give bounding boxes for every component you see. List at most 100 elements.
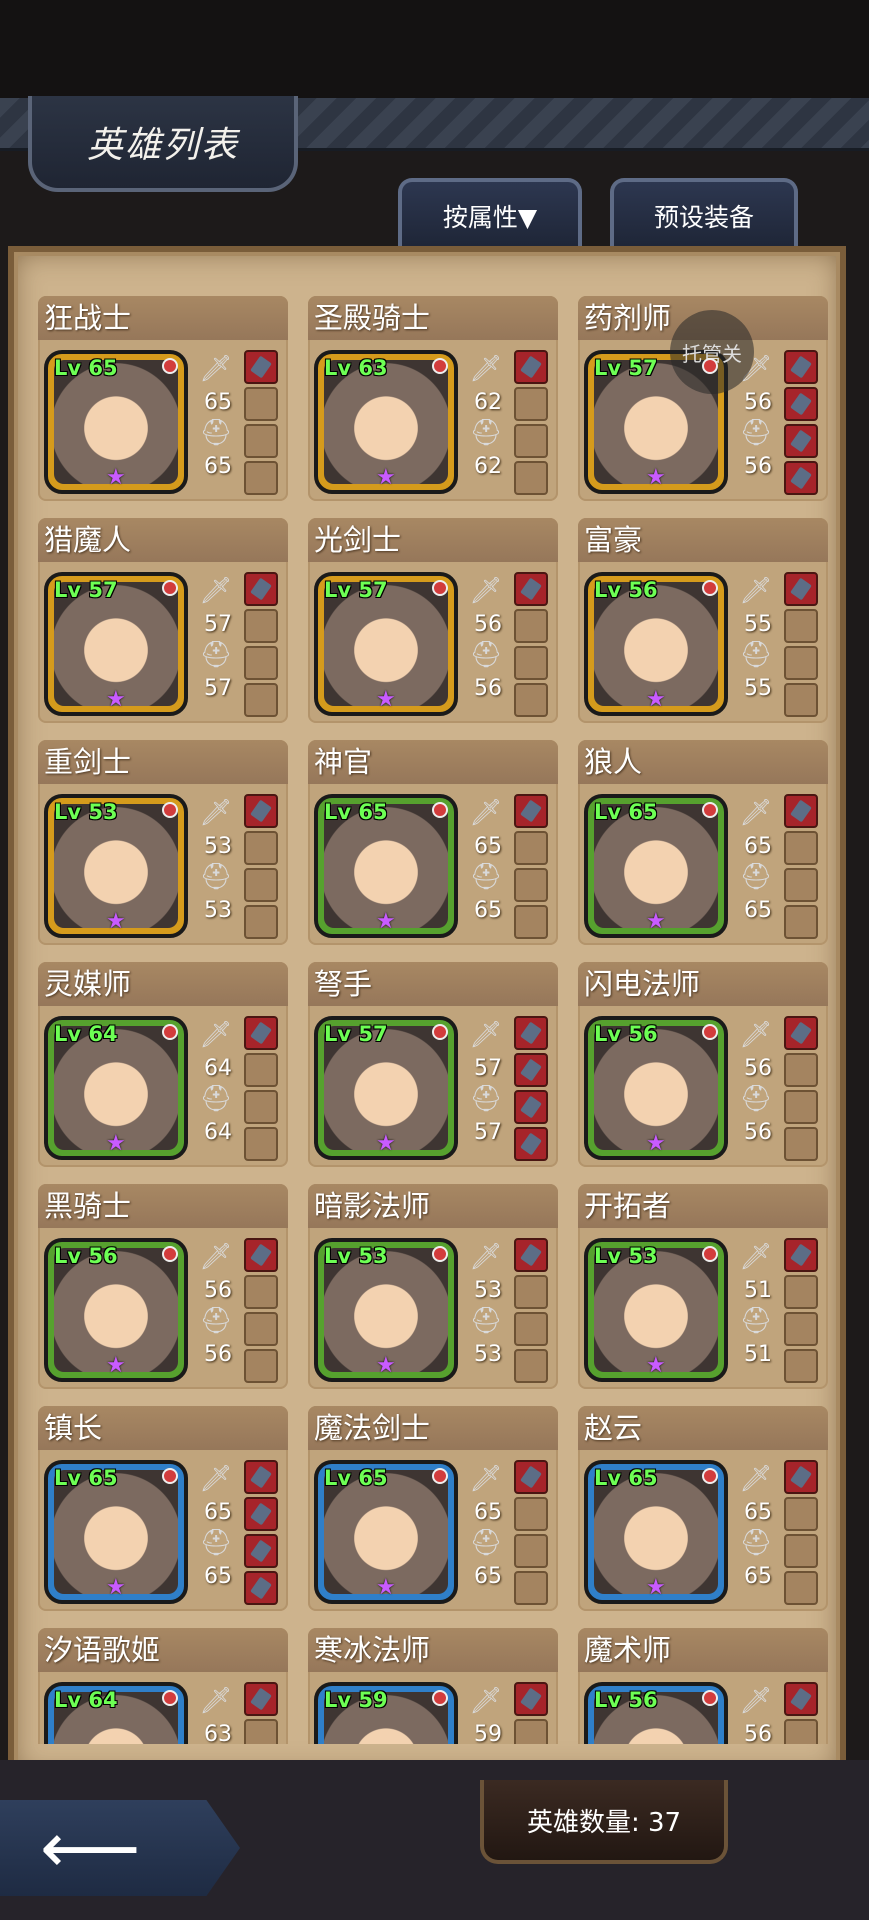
equipment-slot[interactable]	[514, 831, 548, 865]
equipment-slot[interactable]	[244, 609, 278, 643]
equipment-slot[interactable]	[514, 424, 548, 458]
equipment-slot[interactable]	[514, 905, 548, 939]
equipment-slot[interactable]	[784, 1312, 818, 1346]
equipment-slot[interactable]	[784, 1053, 818, 1087]
equipment-slot[interactable]	[244, 1719, 278, 1744]
equipment-slot[interactable]	[244, 905, 278, 939]
equipment-slot[interactable]	[514, 1571, 548, 1605]
equipment-slot[interactable]	[244, 1682, 278, 1716]
hero-card[interactable]: 镇长 Lv 65 ★ 🗡 65 ⛑ 65	[38, 1406, 288, 1611]
hero-card[interactable]: 重剑士 Lv 53 ★ 🗡 53 ⛑ 53	[38, 740, 288, 945]
equipment-slot[interactable]	[244, 1571, 278, 1605]
hero-portrait[interactable]: Lv 65 ★	[314, 794, 458, 938]
equipment-slot[interactable]	[784, 461, 818, 495]
equipment-slot[interactable]	[244, 831, 278, 865]
hero-card[interactable]: 开拓者 Lv 53 ★ 🗡 51 ⛑ 51	[578, 1184, 828, 1389]
equipment-slot[interactable]	[514, 1053, 548, 1087]
hero-portrait[interactable]: Lv 65 ★	[314, 1460, 458, 1604]
hero-card[interactable]: 光剑士 Lv 57 ★ 🗡 56 ⛑ 56	[308, 518, 558, 723]
equipment-slot[interactable]	[244, 424, 278, 458]
equipment-slot[interactable]	[244, 350, 278, 384]
hero-portrait[interactable]: Lv 56 ★	[584, 1682, 728, 1744]
hero-portrait[interactable]: Lv 57 ★	[44, 572, 188, 716]
equipment-slot[interactable]	[514, 572, 548, 606]
back-button[interactable]: ⟵	[0, 1800, 240, 1896]
equipment-slot[interactable]	[514, 1460, 548, 1494]
equipment-slot[interactable]	[514, 646, 548, 680]
hero-portrait[interactable]: Lv 57 ★	[314, 1016, 458, 1160]
equipment-slot[interactable]	[244, 1349, 278, 1383]
auto-toggle-button[interactable]: 托管关	[670, 310, 754, 394]
hero-portrait[interactable]: Lv 64 ★	[44, 1016, 188, 1160]
hero-card[interactable]: 灵媒师 Lv 64 ★ 🗡 64 ⛑ 64	[38, 962, 288, 1167]
equipment-slot[interactable]	[514, 1275, 548, 1309]
equipment-slot[interactable]	[514, 609, 548, 643]
hero-card[interactable]: 魔法剑士 Lv 65 ★ 🗡 65 ⛑ 65	[308, 1406, 558, 1611]
equipment-slot[interactable]	[244, 868, 278, 902]
equipment-slot[interactable]	[244, 646, 278, 680]
hero-portrait[interactable]: Lv 53 ★	[314, 1238, 458, 1382]
equipment-slot[interactable]	[784, 1349, 818, 1383]
equipment-slot[interactable]	[514, 1534, 548, 1568]
equipment-slot[interactable]	[244, 1312, 278, 1346]
equipment-slot[interactable]	[784, 1127, 818, 1161]
equipment-slot[interactable]	[244, 1127, 278, 1161]
equipment-slot[interactable]	[514, 1497, 548, 1531]
hero-grid[interactable]: 狂战士 Lv 65 ★ 🗡 65 ⛑ 65 圣殿骑士 Lv 63 ★ 🗡 62 …	[38, 296, 830, 1744]
equipment-slot[interactable]	[784, 1460, 818, 1494]
equipment-slot[interactable]	[514, 1238, 548, 1272]
equipment-slot[interactable]	[244, 572, 278, 606]
equipment-slot[interactable]	[514, 1016, 548, 1050]
equipment-slot[interactable]	[784, 1682, 818, 1716]
equipment-slot[interactable]	[244, 683, 278, 717]
equipment-slot[interactable]	[514, 1090, 548, 1124]
hero-portrait[interactable]: Lv 64 ★	[44, 1682, 188, 1744]
hero-portrait[interactable]: Lv 56 ★	[44, 1238, 188, 1382]
equipment-slot[interactable]	[514, 350, 548, 384]
sort-by-attribute-button[interactable]: 按属性▼	[398, 178, 582, 250]
equipment-slot[interactable]	[784, 1090, 818, 1124]
equipment-slot[interactable]	[514, 1127, 548, 1161]
hero-card[interactable]: 圣殿骑士 Lv 63 ★ 🗡 62 ⛑ 62	[308, 296, 558, 501]
equipment-slot[interactable]	[784, 1275, 818, 1309]
equipment-slot[interactable]	[784, 1534, 818, 1568]
equipment-slot[interactable]	[244, 1275, 278, 1309]
equipment-slot[interactable]	[784, 387, 818, 421]
hero-portrait[interactable]: Lv 56 ★	[584, 572, 728, 716]
equipment-slot[interactable]	[244, 1090, 278, 1124]
equipment-slot[interactable]	[244, 1460, 278, 1494]
hero-card[interactable]: 神官 Lv 65 ★ 🗡 65 ⛑ 65	[308, 740, 558, 945]
hero-portrait[interactable]: Lv 63 ★	[314, 350, 458, 494]
equipment-slot[interactable]	[784, 424, 818, 458]
hero-portrait[interactable]: Lv 53 ★	[44, 794, 188, 938]
hero-card[interactable]: 黑骑士 Lv 56 ★ 🗡 56 ⛑ 56	[38, 1184, 288, 1389]
equipment-slot[interactable]	[514, 461, 548, 495]
hero-portrait[interactable]: Lv 56 ★	[584, 1016, 728, 1160]
equipment-slot[interactable]	[784, 831, 818, 865]
hero-card[interactable]: 寒冰法师 Lv 59 ★ 🗡 59 ⛑ 59	[308, 1628, 558, 1744]
equipment-slot[interactable]	[244, 461, 278, 495]
equipment-slot[interactable]	[784, 1238, 818, 1272]
hero-card[interactable]: 狂战士 Lv 65 ★ 🗡 65 ⛑ 65	[38, 296, 288, 501]
hero-portrait[interactable]: Lv 65 ★	[44, 350, 188, 494]
hero-card[interactable]: 狼人 Lv 65 ★ 🗡 65 ⛑ 65	[578, 740, 828, 945]
equipment-slot[interactable]	[244, 794, 278, 828]
equipment-slot[interactable]	[784, 905, 818, 939]
equipment-slot[interactable]	[514, 1312, 548, 1346]
equipment-slot[interactable]	[514, 868, 548, 902]
hero-card[interactable]: 暗影法师 Lv 53 ★ 🗡 53 ⛑ 53	[308, 1184, 558, 1389]
hero-card[interactable]: 富豪 Lv 56 ★ 🗡 55 ⛑ 55	[578, 518, 828, 723]
hero-card[interactable]: 猎魔人 Lv 57 ★ 🗡 57 ⛑ 57	[38, 518, 288, 723]
hero-portrait[interactable]: Lv 65 ★	[584, 1460, 728, 1604]
equipment-slot[interactable]	[784, 350, 818, 384]
equipment-slot[interactable]	[244, 1534, 278, 1568]
equipment-slot[interactable]	[514, 1719, 548, 1744]
hero-card[interactable]: 闪电法师 Lv 56 ★ 🗡 56 ⛑ 56	[578, 962, 828, 1167]
hero-portrait[interactable]: Lv 65 ★	[584, 794, 728, 938]
equipment-slot[interactable]	[514, 1349, 548, 1383]
equipment-slot[interactable]	[244, 1053, 278, 1087]
equipment-slot[interactable]	[514, 683, 548, 717]
hero-portrait[interactable]: Lv 57 ★	[584, 350, 728, 494]
equipment-slot[interactable]	[244, 1016, 278, 1050]
hero-portrait[interactable]: Lv 65 ★	[44, 1460, 188, 1604]
